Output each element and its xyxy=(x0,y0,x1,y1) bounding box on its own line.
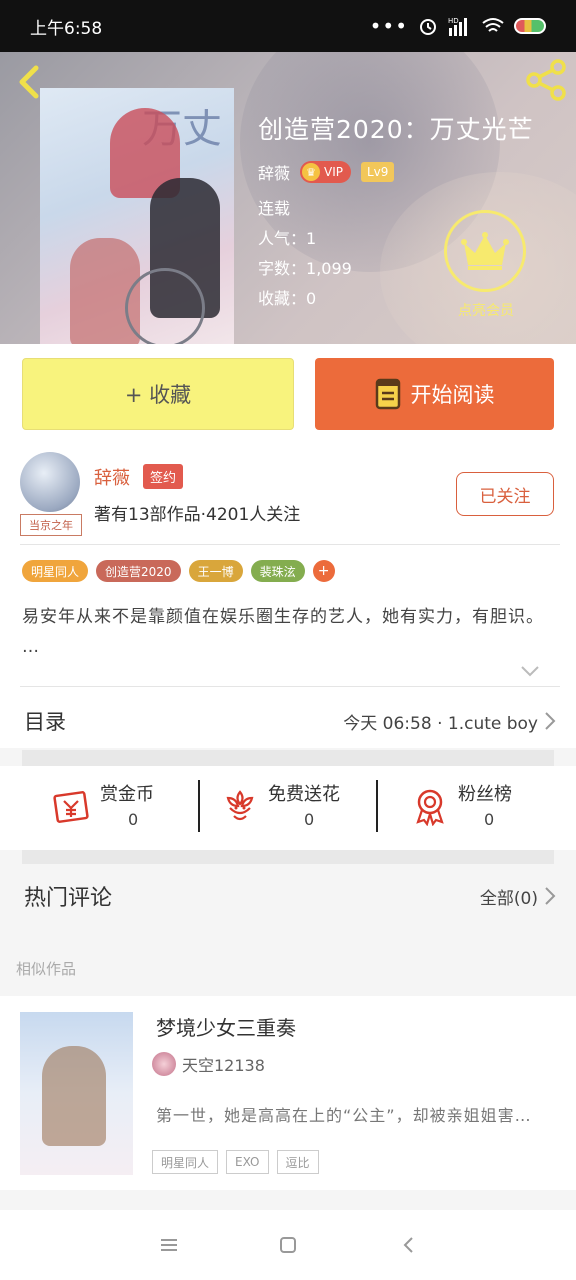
reward-title: 免费送花 xyxy=(268,784,340,805)
tag-chip[interactable]: 创造营2020 xyxy=(96,560,181,582)
similar-work-item[interactable]: 梦境少女三重奏 天空12138 第一世，她是高高在上的“公主”，却被亲姐姐害死；… xyxy=(0,996,576,1190)
author-avatar[interactable] xyxy=(20,452,80,512)
words-row: 字数：1,099 xyxy=(258,259,352,278)
signal-icon: HD xyxy=(448,17,467,36)
member-label: 点亮会员 xyxy=(458,303,514,319)
tag-chip[interactable]: 王一博 xyxy=(188,560,243,582)
comments-row[interactable]: 热门评论 全部(0) xyxy=(0,864,576,936)
catalog-label: 目录 xyxy=(24,710,66,734)
reward-title: 赏金币 xyxy=(100,784,154,805)
level-badge: Lv9 xyxy=(361,162,395,182)
battery-icon xyxy=(514,18,546,34)
latest-chapter: 今天 06:58 · 1.cute boy xyxy=(343,714,538,734)
book-status: 连载 xyxy=(258,199,291,218)
avatar xyxy=(152,1052,176,1076)
status-icons: ••• HD xyxy=(370,14,546,38)
divider xyxy=(376,780,378,832)
member-button[interactable]: 点亮会员 xyxy=(444,210,528,320)
similar-tag[interactable]: 逗比 xyxy=(276,1150,319,1174)
wifi-icon xyxy=(482,18,504,32)
words-value: 1,099 xyxy=(306,259,352,278)
menu-icon[interactable] xyxy=(158,1234,180,1256)
system-nav-bar xyxy=(0,1210,576,1280)
vip-crown-icon: ♛ xyxy=(302,163,321,181)
comments-label: 热门评论 xyxy=(24,886,113,911)
tag-list: 明星同人 创造营2020 王一博 裴珠泫 + xyxy=(22,560,335,582)
start-reading-label: 开始阅读 xyxy=(410,383,495,407)
book-icon xyxy=(375,378,400,410)
similar-title: 梦境少女三重奏 xyxy=(156,1016,296,1040)
rewards-row: 赏金币 0 免费送花 0 粉丝榜 0 xyxy=(0,766,576,850)
chevron-right-icon xyxy=(545,712,556,730)
catalog-row[interactable]: 目录 今天 06:58 · 1.cute boy xyxy=(0,692,576,748)
divider xyxy=(198,780,200,832)
similar-cover[interactable] xyxy=(20,1012,133,1175)
signed-badge: 签约 xyxy=(143,464,184,489)
book-cover[interactable]: 万丈 xyxy=(40,88,234,344)
vip-badge: ♛ VIP xyxy=(300,161,351,183)
hd-text: HD xyxy=(448,17,459,25)
home-icon[interactable] xyxy=(277,1234,299,1256)
red-envelope-icon xyxy=(53,791,89,823)
reward-count: 0 xyxy=(304,810,315,829)
reward-count: 0 xyxy=(128,810,139,829)
book-header: 万丈 创造营2020：万丈光芒 辞薇 ♛ VIP Lv9 连载 人气：1 字数：1… xyxy=(0,52,576,344)
chevron-right-icon xyxy=(545,887,556,905)
section-band xyxy=(22,850,554,864)
reward-coins[interactable]: 赏金币 0 xyxy=(52,780,172,836)
action-bar: + 收藏 开始阅读 xyxy=(0,344,576,442)
favorites-value: 0 xyxy=(306,289,317,308)
popularity-value: 1 xyxy=(306,229,317,248)
similar-tag[interactable]: 明星同人 xyxy=(152,1150,219,1174)
divider xyxy=(20,686,560,687)
medal-icon xyxy=(416,789,444,826)
author-stats: 著有13部作品·4201人关注 xyxy=(94,505,301,525)
similar-author: 天空12138 xyxy=(152,1052,265,1076)
section-band xyxy=(22,750,554,766)
avatar-caption: 当京之年 xyxy=(20,514,82,536)
favorite-button[interactable]: + 收藏 xyxy=(22,358,294,430)
crown-icon xyxy=(444,210,526,292)
tag-chip[interactable]: 明星同人 xyxy=(22,560,89,582)
divider xyxy=(20,544,560,545)
start-reading-button[interactable]: 开始阅读 xyxy=(315,358,554,430)
chevron-down-icon[interactable] xyxy=(520,664,540,678)
header-author-name[interactable]: 辞薇 xyxy=(258,160,290,184)
similar-heading: 相似作品 xyxy=(16,960,77,978)
book-meta: 连载 人气：1 字数：1,099 收藏：0 xyxy=(258,194,352,314)
reward-flowers[interactable]: 免费送花 0 xyxy=(220,780,360,836)
similar-description: 第一世，她是高高在上的“公主”，却被亲姐姐害死；第二世… xyxy=(156,1106,546,1125)
follow-button[interactable]: 已关注 xyxy=(456,472,554,516)
popularity-row: 人气：1 xyxy=(258,229,317,248)
similar-author-name: 天空12138 xyxy=(182,1056,265,1075)
author-name[interactable]: 辞薇 xyxy=(94,464,130,490)
alarm-icon xyxy=(420,19,436,35)
similar-tag[interactable]: EXO xyxy=(226,1150,269,1174)
more-tags-button[interactable]: + xyxy=(312,560,335,582)
tag-chip[interactable]: 裴珠泫 xyxy=(250,560,305,582)
reward-title: 粉丝榜 xyxy=(458,784,512,805)
flower-icon xyxy=(226,790,254,821)
reward-count: 0 xyxy=(484,810,495,829)
book-description: 易安年从来不是靠颜值在娱乐圈生存的艺人，她有实力，有胆识。 … xyxy=(22,607,544,657)
book-title: 创造营2020：万丈光芒 xyxy=(258,115,534,144)
more-dots-icon: ••• xyxy=(369,14,408,38)
header-author-row: 辞薇 ♛ VIP Lv9 xyxy=(258,160,395,184)
favorites-row: 收藏：0 xyxy=(258,289,317,308)
back-icon[interactable] xyxy=(398,1234,420,1256)
status-bar: 上午6:58 ••• HD xyxy=(0,0,576,52)
author-section: 当京之年 辞薇 签约 著有13部作品·4201人关注 已关注 明星同人 创造营2… xyxy=(0,442,576,692)
reward-fan-rank[interactable]: 粉丝榜 0 xyxy=(410,780,530,836)
status-time: 上午6:58 xyxy=(30,18,103,39)
all-comments-link[interactable]: 全部(0) xyxy=(480,884,538,909)
share-icon[interactable] xyxy=(524,58,568,102)
similar-tags: 明星同人 EXO 逗比 xyxy=(152,1150,319,1174)
